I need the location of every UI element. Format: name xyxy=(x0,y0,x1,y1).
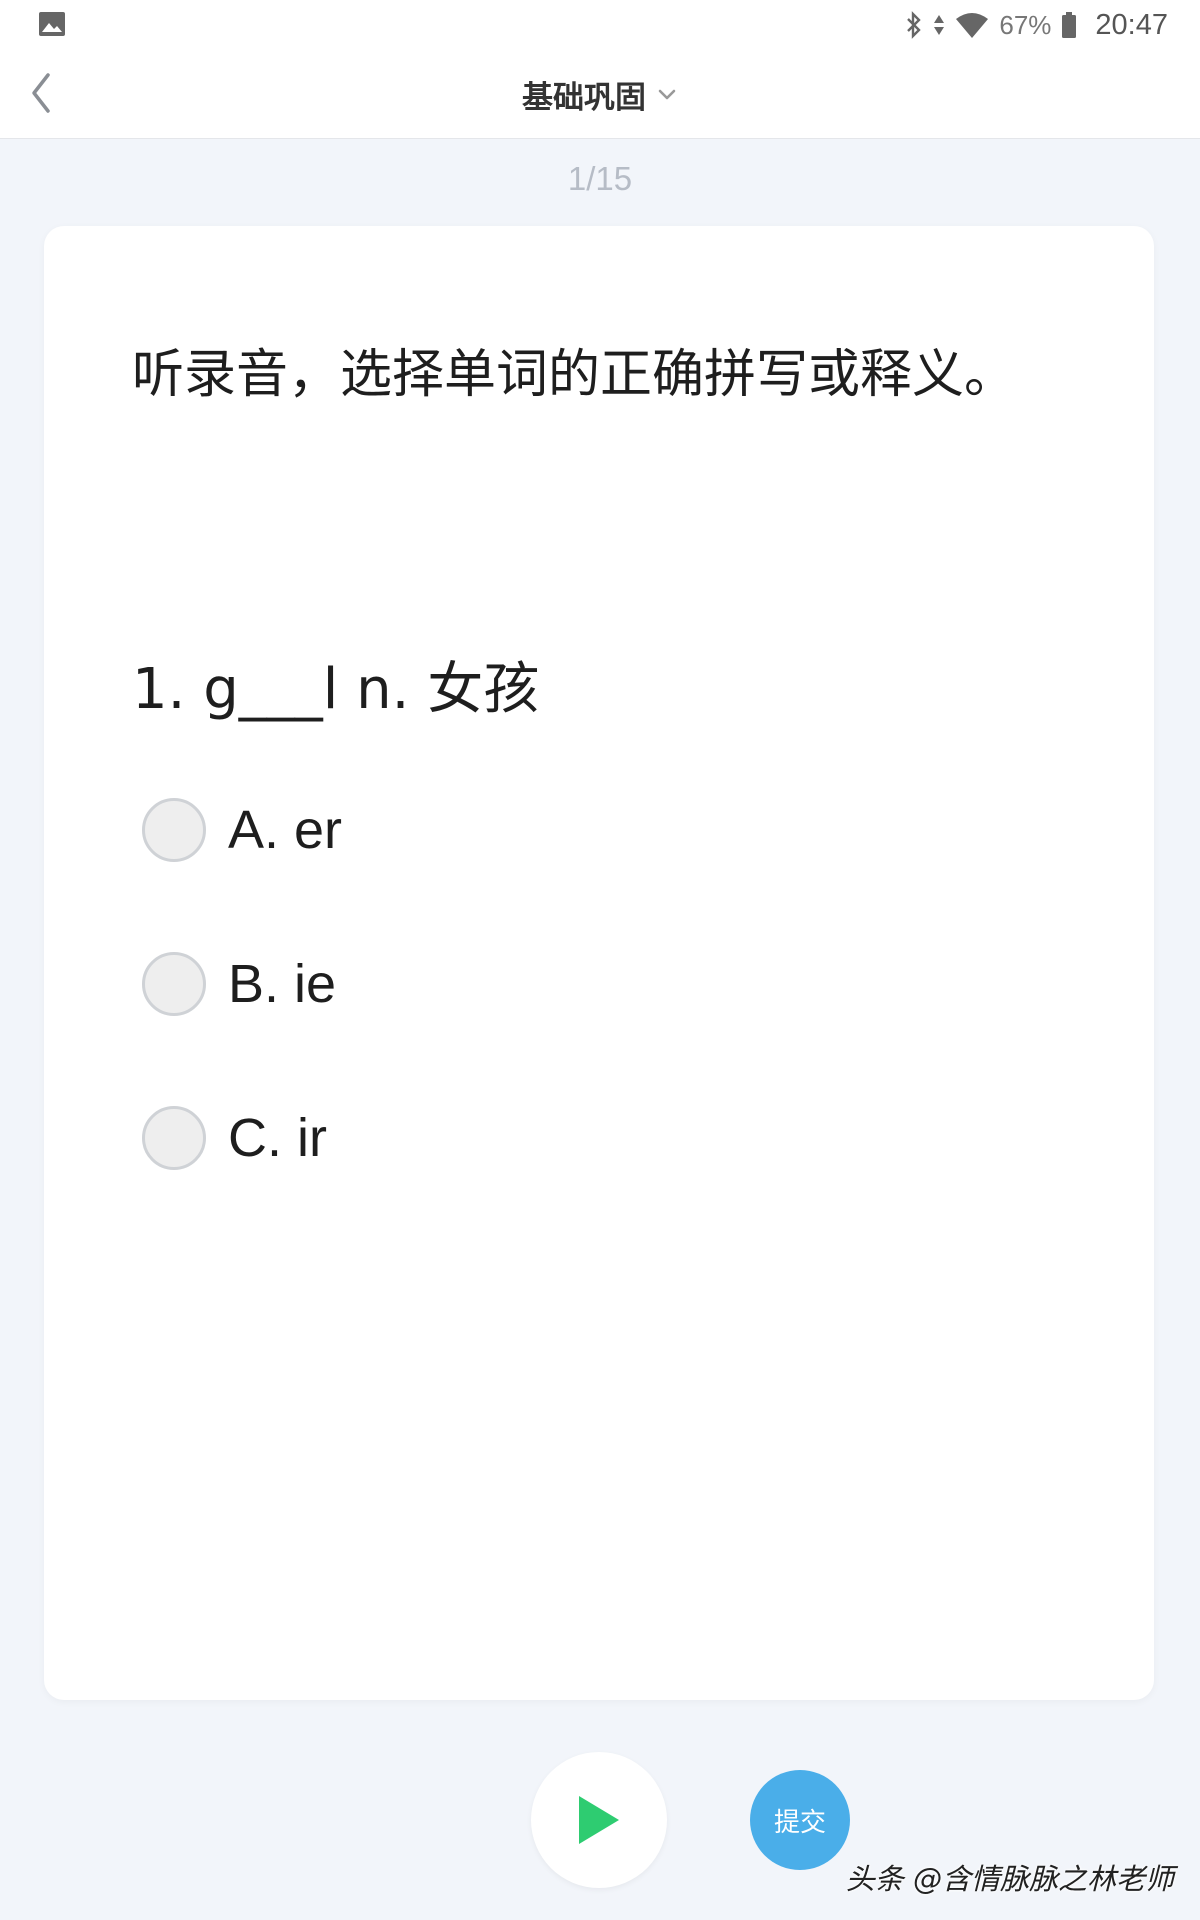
radio-button[interactable] xyxy=(142,798,206,862)
page-title: 基础巩固 xyxy=(522,79,646,116)
status-icons: 67% 20:47 xyxy=(905,0,1168,50)
option-label: C. ir xyxy=(228,1108,327,1168)
option-label: A. er xyxy=(228,800,343,860)
battery-icon xyxy=(1062,12,1077,38)
option-b[interactable]: B. ie xyxy=(142,948,336,1020)
status-bar: 67% 20:47 xyxy=(0,0,1200,50)
play-icon xyxy=(579,1796,619,1844)
status-time: 20:47 xyxy=(1095,8,1168,41)
option-label: B. ie xyxy=(228,954,337,1014)
question-progress: 1/15 xyxy=(567,160,633,197)
header-title-dropdown[interactable]: 基础巩固 xyxy=(0,50,1200,138)
top-navigation-bar: 基础巩固 xyxy=(0,50,1200,139)
watermark: 头条 @含情脉脉之林老师 xyxy=(845,1862,1174,1896)
bluetooth-icon xyxy=(907,11,922,39)
play-audio-button[interactable] xyxy=(531,1752,667,1888)
option-a[interactable]: A. er xyxy=(142,794,342,866)
chevron-down-icon xyxy=(658,89,676,100)
radio-button[interactable] xyxy=(142,1106,206,1170)
question-instruction: 听录音，选择单词的正确拼写或释义。 xyxy=(132,345,1017,405)
question-card: 听录音，选择单词的正确拼写或释义。 1. g___l n. 女孩 A. er B… xyxy=(44,226,1154,1700)
option-c[interactable]: C. ir xyxy=(142,1102,327,1174)
data-arrows-icon xyxy=(934,15,945,35)
image-icon xyxy=(39,12,65,36)
submit-button[interactable]: 提交 xyxy=(750,1770,850,1870)
radio-button[interactable] xyxy=(142,952,206,1016)
question-text: 1. g___l n. 女孩 xyxy=(132,657,540,722)
battery-percent: 67% xyxy=(999,9,1052,40)
wifi-icon xyxy=(956,13,989,38)
